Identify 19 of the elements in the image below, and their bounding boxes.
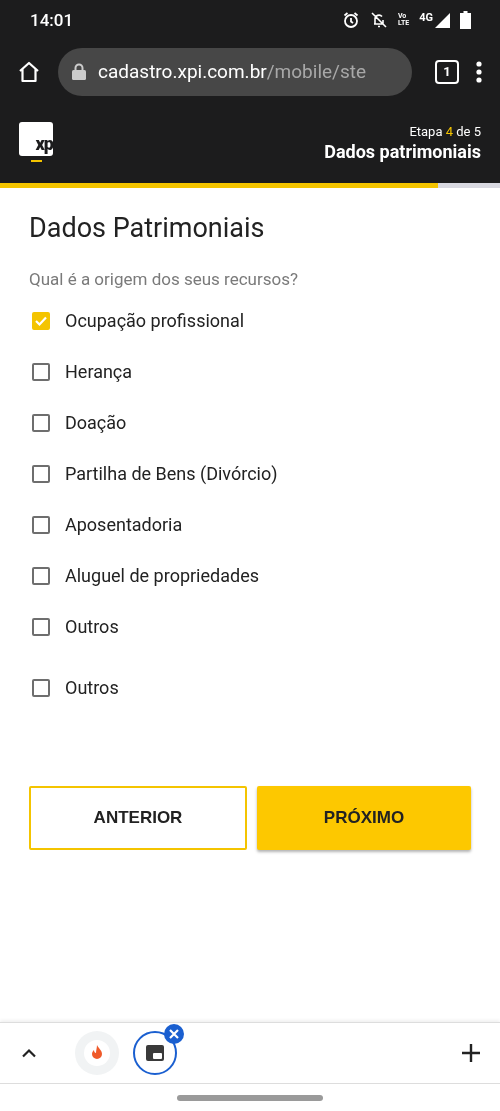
- question-label: Qual é a origem dos seus recursos?: [29, 269, 299, 289]
- checkbox-label[interactable]: Doação: [65, 412, 127, 433]
- clock-time: 14:01: [30, 10, 74, 30]
- previous-button[interactable]: ANTERIOR: [29, 786, 247, 850]
- brand-logo: xp: [19, 122, 53, 156]
- step-title: Dados patrimoniais: [324, 141, 481, 162]
- checkbox-label[interactable]: Outros: [65, 677, 119, 698]
- step-indicator: Etapa 4 de 5: [408, 124, 481, 139]
- address-field[interactable]: cadastro.xpi.com.br/mobile/ste: [58, 47, 412, 96]
- checkbox-label[interactable]: Ocupação profissional: [65, 310, 245, 331]
- tab-count-button[interactable]: 1: [435, 59, 459, 84]
- checkbox-label[interactable]: Outros: [65, 616, 119, 637]
- page-title: Dados Patrimoniais: [29, 212, 266, 244]
- checkbox-label[interactable]: Aposentadoria: [65, 514, 183, 535]
- checkbox-label[interactable]: Herança: [65, 361, 133, 382]
- next-button[interactable]: PRÓXIMO: [257, 786, 471, 850]
- checkbox-label[interactable]: Aluguel de propriedades: [65, 565, 259, 586]
- checkbox-label[interactable]: Partilha de Bens (Divórcio): [65, 463, 278, 484]
- network-label: 4G: [419, 11, 433, 24]
